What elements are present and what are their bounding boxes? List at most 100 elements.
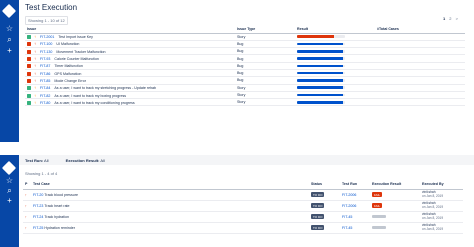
test-case-row[interactable]: ↑ FIT-23 Track heart rate TO DO FIT-2006 FAI… bbox=[23, 200, 463, 212]
test-run-cell: FIT-45 bbox=[340, 211, 370, 223]
test-case-cell: FIT-23 Track heart rate bbox=[31, 200, 309, 212]
add-icon[interactable]: + bbox=[5, 196, 14, 205]
issue-key-link[interactable]: FIT-93 bbox=[40, 57, 50, 61]
col-status[interactable]: Status bbox=[309, 180, 340, 190]
total-cases bbox=[375, 33, 465, 41]
result-progress-bar bbox=[297, 86, 345, 90]
col-test-run[interactable]: Test Run bbox=[340, 180, 370, 190]
col-issue-type[interactable]: Issue Type bbox=[235, 25, 295, 34]
issue-cell: ↑ FIT-100 UI Malfunction bbox=[25, 40, 235, 49]
test-case-name: Track blood pressure bbox=[44, 192, 78, 197]
test-case-row[interactable]: ↑ FIT-20 Track blood pressure TO DO FIT-200… bbox=[23, 189, 463, 201]
col-executed-by[interactable]: Executed By bbox=[420, 180, 463, 190]
total-cases bbox=[375, 69, 465, 78]
test-run-cell: FIT-45 bbox=[340, 222, 370, 234]
search-icon[interactable]: ⌕ bbox=[5, 186, 14, 195]
filter-bar: Test Run: All Execution Result: All bbox=[19, 155, 474, 165]
issue-type: Bug bbox=[235, 47, 295, 56]
priority-high-icon: ↑ bbox=[34, 63, 36, 69]
test-case-key-link[interactable]: FIT-24 bbox=[33, 215, 43, 219]
issue-summary: As a user, I want to track my conditioni… bbox=[54, 100, 135, 105]
test-case-key-link[interactable]: FIT-25 bbox=[33, 226, 43, 230]
jira-logo-icon[interactable] bbox=[1, 160, 17, 176]
priority-high-icon: ↑ bbox=[34, 77, 36, 83]
col-result[interactable]: Result bbox=[295, 25, 375, 34]
result-cell bbox=[295, 76, 375, 85]
result-cell bbox=[295, 62, 375, 71]
total-cases bbox=[375, 54, 465, 63]
test-case-cell: FIT-24 Track hydration bbox=[31, 211, 309, 223]
execution-result-cell: FAIL bbox=[370, 200, 420, 212]
result-progress-fill bbox=[297, 93, 343, 97]
issue-type: Story bbox=[235, 98, 295, 107]
priority-icon: ↑ bbox=[23, 200, 31, 212]
star-icon[interactable]: ☆ bbox=[5, 176, 14, 185]
issue-key-link[interactable]: FIT-84 bbox=[40, 86, 50, 90]
total-cases bbox=[375, 76, 465, 85]
executed-date: on Jan 8, 2019 bbox=[422, 226, 444, 231]
filter-test-run[interactable]: Test Run: All bbox=[25, 158, 57, 163]
test-run-link[interactable]: FIT-45 bbox=[342, 226, 352, 230]
issue-key-link[interactable]: FIT-100 bbox=[40, 42, 52, 46]
issue-row[interactable]: ↑ FIT-80 As a user, I want to track my con… bbox=[25, 98, 465, 107]
story-type-icon bbox=[27, 86, 31, 91]
result-progress-bar bbox=[297, 49, 345, 53]
result-progress-fill bbox=[297, 101, 343, 104]
issue-row[interactable]: ↑ FIT-93 Calorie Counter Malfunction Bug bbox=[25, 54, 465, 63]
test-run-link[interactable]: FIT-45 bbox=[342, 215, 352, 219]
result-progress-bar bbox=[297, 79, 345, 82]
next-page-link[interactable]: > bbox=[456, 16, 458, 21]
issue-type: Bug bbox=[235, 69, 295, 78]
page-2-link[interactable]: 2 bbox=[449, 16, 451, 21]
col-total-cases[interactable]: #Total Cases bbox=[375, 25, 465, 34]
issue-row[interactable]: ↑ FIT-85 Mode Change Error Bug bbox=[25, 76, 465, 85]
priority-high-icon: ↑ bbox=[34, 85, 36, 91]
issue-row[interactable]: ↑ FIT-86 GPS Malfunction Bug bbox=[25, 69, 465, 78]
issue-key-link[interactable]: FIT-82 bbox=[40, 94, 50, 98]
issue-row[interactable]: ↑ FIT-82 As a user, I want to track my box… bbox=[25, 91, 465, 100]
search-icon[interactable]: ⌕ bbox=[5, 35, 14, 44]
test-run-link[interactable]: FIT-2006 bbox=[342, 204, 356, 208]
issue-summary: Test Import Issue Key bbox=[58, 35, 93, 40]
result-progress-fill bbox=[297, 79, 343, 82]
test-run-cell: FIT-2006 bbox=[340, 189, 370, 201]
issue-key-link[interactable]: FIT-85 bbox=[40, 79, 50, 83]
test-run-link[interactable]: FIT-2006 bbox=[342, 193, 356, 197]
issues-table: Issue Issue Type Result #Total Cases ↑ FI… bbox=[25, 25, 465, 107]
issue-key-link[interactable]: FIT-130 bbox=[40, 50, 52, 54]
priority-high-icon: ↑ bbox=[34, 41, 36, 47]
bug-type-icon bbox=[27, 57, 31, 62]
result-progress-fill bbox=[297, 86, 343, 90]
jira-logo-icon[interactable] bbox=[1, 3, 17, 19]
test-case-key-link[interactable]: FIT-23 bbox=[33, 204, 43, 208]
filter-execution-result[interactable]: Execution Result: All bbox=[66, 158, 113, 163]
issue-row[interactable]: ↑ FIT-130 Movement Tracker Malfunction Bug bbox=[25, 47, 465, 56]
issue-type: Story bbox=[235, 91, 295, 100]
issue-type: Bug bbox=[235, 40, 295, 49]
page-title: Test Execution bbox=[25, 3, 78, 12]
col-test-case[interactable]: Test Case bbox=[31, 180, 309, 190]
page-1-link[interactable]: 1 bbox=[443, 16, 445, 21]
status-badge: TO DO bbox=[311, 202, 325, 209]
col-priority[interactable]: P bbox=[23, 180, 31, 190]
issue-key-link[interactable]: FIT-80 bbox=[40, 101, 50, 105]
issue-key-link[interactable]: FIT-86 bbox=[40, 72, 50, 76]
issue-row[interactable]: ↑ FIT-87 Timer Malfunction Bug bbox=[25, 62, 465, 71]
test-case-row[interactable]: ↑ FIT-24 Track hydration TO DO FIT-45 vinit.… bbox=[23, 211, 463, 223]
issue-key-link[interactable]: FIT-87 bbox=[40, 64, 50, 68]
result-cell bbox=[295, 98, 375, 107]
test-case-row[interactable]: ↑ FIT-25 Hydration reminder TO DO FIT-45 vin… bbox=[23, 222, 463, 234]
issue-cell: ↑ FIT-2001 Test Import Issue Key bbox=[25, 33, 235, 41]
issue-row[interactable]: ↑ FIT-100 UI Malfunction Bug bbox=[25, 40, 465, 49]
issue-key-link[interactable]: FIT-2001 bbox=[40, 35, 54, 39]
col-issue[interactable]: Issue bbox=[25, 25, 235, 34]
result-progress-fill bbox=[297, 49, 343, 53]
issue-summary: Movement Tracker Malfunction bbox=[56, 49, 106, 54]
showing-selector[interactable]: Showing 1 - 10 of 12 bbox=[25, 16, 68, 25]
col-execution-result[interactable]: Execution Result bbox=[370, 180, 420, 190]
issue-row[interactable]: ↑ FIT-2001 Test Import Issue Key Story bbox=[25, 33, 465, 41]
test-case-key-link[interactable]: FIT-20 bbox=[33, 193, 43, 197]
issue-row[interactable]: ↑ FIT-84 As a user, I want to track my str… bbox=[25, 84, 465, 92]
star-icon[interactable]: ☆ bbox=[5, 24, 14, 33]
add-icon[interactable]: + bbox=[5, 46, 14, 55]
